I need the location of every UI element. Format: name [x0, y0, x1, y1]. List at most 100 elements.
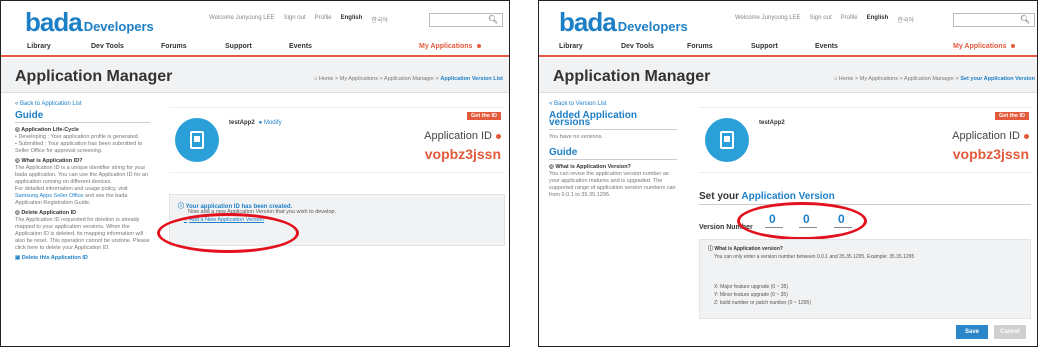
right-screenshot-panel: bada Developers Welcome Junyoung LEE Sig…	[538, 0, 1038, 347]
delete-appid-text: The Application ID requested for deletio…	[15, 217, 150, 251]
logo-sub-text: Developers	[617, 19, 688, 34]
logo-main-text: bada	[559, 7, 617, 37]
breadcrumb-current: Application Version List	[440, 76, 503, 82]
profile-link[interactable]: Profile	[841, 15, 858, 24]
utility-bar: Welcome Junyoung LEE Sign out Profile En…	[209, 15, 388, 24]
korean-link[interactable]: 한국어	[897, 15, 914, 24]
version-info-minor: Y: Minor feature upgrade (0 ~ 35)	[714, 292, 788, 298]
application-id-label-text: Application ID	[424, 130, 492, 142]
nav-my-applications-label: My Applications	[953, 43, 1007, 50]
bada-logo[interactable]: bada Developers	[25, 7, 154, 38]
breadcrumb: ⌂ Home > My Applications > Application M…	[314, 76, 503, 82]
bada-logo[interactable]: bada Developers	[559, 7, 688, 38]
search-input[interactable]: 🔍︎	[953, 13, 1035, 27]
nav-my-applications[interactable]: My Applications	[953, 43, 1016, 50]
no-versions-text: You have no versions.	[549, 134, 603, 140]
save-button[interactable]: Save	[956, 325, 988, 339]
main-nav: Library Dev Tools Forums Support Events …	[1, 37, 509, 57]
application-id-label: Application ID	[952, 130, 1029, 142]
version-info-answer: You can only enter a version number betw…	[714, 254, 915, 260]
nav-active-dot	[1011, 44, 1016, 49]
lifecycle-developing: • Developing : Your application profile …	[15, 134, 140, 140]
nav-devtools[interactable]: Dev Tools	[91, 43, 124, 50]
app-name: testApp2	[759, 120, 785, 126]
breadcrumb-current: Set your Application Version	[960, 76, 1035, 82]
version-info-question: ⓘ What is Application version?	[708, 246, 783, 253]
version-info-build: Z: build number or patch number (0 ~ 129…	[714, 300, 811, 306]
breadcrumb: ⌂ Home > My Applications > Application M…	[834, 76, 1035, 82]
profile-link[interactable]: Profile	[315, 15, 332, 24]
application-card: testApp2 ● Modify Get the ID Application …	[169, 107, 505, 173]
page-title: Application Manager	[15, 68, 173, 85]
highlight-ellipse	[157, 213, 299, 253]
info-icon: ⓘ	[178, 204, 186, 210]
nav-events[interactable]: Events	[289, 43, 312, 50]
application-id-label-text: Application ID	[952, 130, 1020, 142]
guide-heading: Guide	[15, 111, 150, 123]
welcome-text: Welcome Junyoung LEE	[209, 15, 275, 21]
version-explanation: You can revise the application version n…	[549, 171, 676, 198]
back-to-version-list-link[interactable]: « Back to Version List	[549, 101, 677, 108]
set-version-title-accent: Application Version	[741, 191, 835, 202]
version-info-major: X: Major feature upgrade (0 ~ 35)	[714, 284, 789, 290]
nav-events[interactable]: Events	[815, 43, 838, 50]
version-question: ◎ What is Application Version?	[549, 164, 631, 170]
signout-link[interactable]: Sign out	[810, 15, 832, 24]
breadcrumb-path[interactable]: Home > My Applications > Application Man…	[839, 76, 961, 82]
seller-office-link[interactable]: Samsung Apps Seller Office	[15, 193, 83, 199]
delete-appid-link-label: Delete this Application ID	[21, 255, 88, 261]
nav-my-applications[interactable]: My Applications	[419, 43, 482, 50]
page-title: Application Manager	[553, 68, 711, 85]
delete-appid-link[interactable]: ▣ Delete this Application ID	[15, 255, 150, 262]
cancel-button[interactable]: Cancel	[994, 325, 1026, 339]
application-id-value: vopbz3jssn	[952, 146, 1029, 162]
left-screenshot-panel: bada Developers Welcome Junyoung LEE Sig…	[0, 0, 510, 347]
phone-app-icon	[705, 118, 749, 162]
nav-forums[interactable]: Forums	[687, 43, 713, 50]
trash-icon: ▣	[15, 255, 22, 261]
set-version-title-prefix: Set your	[699, 191, 742, 202]
english-link[interactable]: English	[341, 15, 363, 24]
search-input[interactable]: 🔍︎	[429, 13, 503, 27]
guide-sidebar: « Back to Application List Guide ◎ Appli…	[15, 101, 150, 262]
version-info-question-text: What is Application version?	[714, 246, 783, 252]
logo-sub-text: Developers	[83, 19, 154, 34]
application-card: testApp2 Get the ID Application ID vopbz…	[699, 107, 1033, 173]
welcome-text: Welcome Junyoung LEE	[735, 15, 801, 21]
english-link[interactable]: English	[867, 15, 889, 24]
status-dot-icon	[1024, 133, 1029, 139]
korean-link[interactable]: 한국어	[371, 15, 388, 24]
application-id-label: Application ID	[424, 130, 501, 142]
title-bar: Application Manager ⌂ Home > My Applicat…	[539, 59, 1037, 93]
nav-devtools[interactable]: Dev Tools	[621, 43, 654, 50]
search-icon[interactable]: 🔍︎	[488, 15, 498, 24]
nav-library[interactable]: Library	[27, 43, 51, 50]
modify-label: Modify	[263, 120, 282, 126]
set-version-title: Set your Application Version	[699, 191, 835, 202]
guide-heading: Guide	[549, 148, 677, 160]
breadcrumb-path[interactable]: Home > My Applications > Application Man…	[319, 76, 441, 82]
app-name-label: testApp2	[229, 120, 255, 126]
modify-link[interactable]: ● Modify	[259, 120, 282, 126]
lifecycle-submitted: • Submitted : Your application has been …	[15, 141, 143, 154]
search-icon[interactable]: 🔍︎	[1020, 15, 1030, 24]
title-bar: Application Manager ⌂ Home > My Applicat…	[1, 59, 509, 93]
phone-app-icon	[175, 118, 219, 162]
nav-forums[interactable]: Forums	[161, 43, 187, 50]
app-name: testApp2 ● Modify	[229, 120, 282, 126]
get-id-badge[interactable]: Get the ID	[995, 112, 1029, 120]
get-id-badge[interactable]: Get the ID	[467, 112, 501, 120]
nav-support[interactable]: Support	[751, 43, 778, 50]
version-info-box: ⓘ What is Application version? You can o…	[699, 239, 1031, 319]
logo-main-text: bada	[25, 7, 83, 37]
signout-link[interactable]: Sign out	[284, 15, 306, 24]
policy-text-a: For detailed information and usage polic…	[15, 186, 128, 192]
appid-question: ◎ What is Application ID?	[15, 158, 83, 164]
main-nav: Library Dev Tools Forums Support Events …	[539, 37, 1037, 57]
nav-library[interactable]: Library	[559, 43, 583, 50]
nav-my-applications-label: My Applications	[419, 43, 473, 50]
back-to-app-list-link[interactable]: « Back to Application List	[15, 101, 150, 108]
divider	[699, 204, 1031, 205]
nav-support[interactable]: Support	[225, 43, 252, 50]
added-versions-heading: Added Application versions	[549, 111, 677, 130]
